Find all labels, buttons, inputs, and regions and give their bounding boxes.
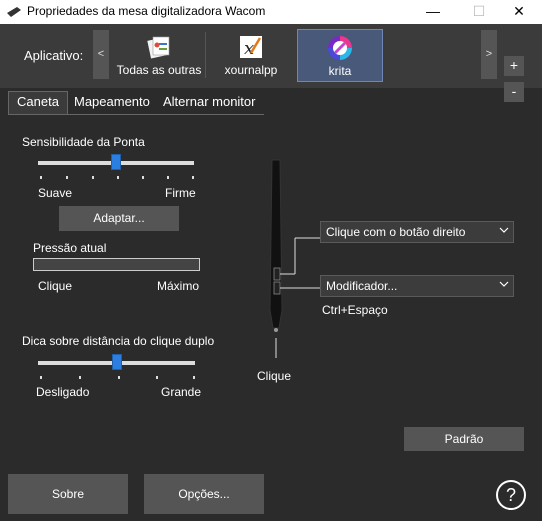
double-click-min-label: Desligado <box>36 385 90 399</box>
about-button[interactable]: Sobre <box>8 474 128 514</box>
options-button[interactable]: Opções... <box>144 474 264 514</box>
chevron-down-icon <box>499 227 509 233</box>
tab-alternar-monitor[interactable]: Alternar monitor <box>163 94 255 109</box>
slider-tick <box>117 176 119 179</box>
lower-button-shortcut: Ctrl+Espaço <box>322 303 388 317</box>
all-apps-icon <box>147 36 170 59</box>
help-icon[interactable]: ? <box>496 480 526 510</box>
pressure-bar <box>33 258 200 271</box>
pen-tip-action-label: Clique <box>257 369 292 383</box>
slider-tick <box>193 376 195 379</box>
close-button[interactable]: ✕ <box>496 0 542 24</box>
app-tile-all[interactable]: Todas as outras <box>116 29 202 80</box>
lower-button-dropdown[interactable]: Modificador... <box>320 275 514 297</box>
pen-illustration <box>269 159 320 358</box>
slider-tick <box>192 176 194 179</box>
minimize-button[interactable]: — <box>410 0 456 24</box>
app-tile-label: krita <box>328 64 352 78</box>
tip-min-label: Suave <box>38 186 73 200</box>
apps-prev-button[interactable]: < <box>93 30 109 79</box>
slider-tick <box>142 176 144 179</box>
slider-tick <box>156 376 158 379</box>
apps-next-button[interactable]: > <box>481 30 497 79</box>
tablet-icon <box>7 7 21 17</box>
application-label: Aplicativo: <box>24 48 84 63</box>
pressure-min-label: Clique <box>38 279 73 293</box>
add-app-button[interactable]: + <box>504 56 524 76</box>
double-click-max-label: Grande <box>161 385 202 399</box>
upper-button-dropdown[interactable]: Clique com o botão direito <box>320 221 514 243</box>
app-tile-label: Todas as outras <box>116 63 202 77</box>
app-separator <box>205 32 206 78</box>
slider-thumb[interactable] <box>111 154 121 170</box>
tab-strip: Caneta Mapeamento Alternar monitor <box>8 90 264 115</box>
double-click-slider[interactable] <box>38 354 195 370</box>
current-pressure-label: Pressão atual <box>33 241 107 255</box>
tip-max-label: Firme <box>165 186 196 200</box>
xournalpp-icon: x <box>240 36 262 59</box>
slider-thumb[interactable] <box>112 354 122 370</box>
pressure-max-label: Máximo <box>157 279 200 293</box>
app-tile-xournalpp[interactable]: x xournalpp <box>208 29 294 80</box>
slider-tick <box>92 176 94 179</box>
slider-tick <box>40 376 42 379</box>
title-bar: Propriedades da mesa digitalizadora Waco… <box>0 0 542 24</box>
remove-app-button[interactable]: - <box>504 82 524 102</box>
slider-tick <box>66 176 68 179</box>
tip-sensitivity-slider[interactable] <box>38 154 194 170</box>
application-bar: Aplicativo: < Todas as outras x xournalp… <box>0 24 542 102</box>
tip-sensitivity-label: Sensibilidade da Ponta <box>22 135 145 149</box>
slider-tick <box>79 376 81 379</box>
slider-tick <box>167 176 169 179</box>
default-button[interactable]: Padrão <box>404 427 524 451</box>
app-tile-label: xournalpp <box>224 63 278 77</box>
app-tile-krita[interactable]: krita <box>297 29 383 82</box>
tab-mapeamento[interactable]: Mapeamento <box>74 94 150 109</box>
slider-tick <box>118 376 120 379</box>
tab-caneta[interactable]: Caneta <box>8 91 68 114</box>
upper-button-value: Clique com o botão direito <box>326 225 466 239</box>
lower-button-value: Modificador... <box>326 279 398 293</box>
double-click-label: Dica sobre distância do clique duplo <box>22 334 215 348</box>
adapt-button[interactable]: Adaptar... <box>59 206 179 231</box>
window-title: Propriedades da mesa digitalizadora Waco… <box>27 4 266 18</box>
slider-tick <box>40 176 42 179</box>
krita-icon <box>328 36 352 60</box>
chevron-down-icon <box>499 281 509 287</box>
